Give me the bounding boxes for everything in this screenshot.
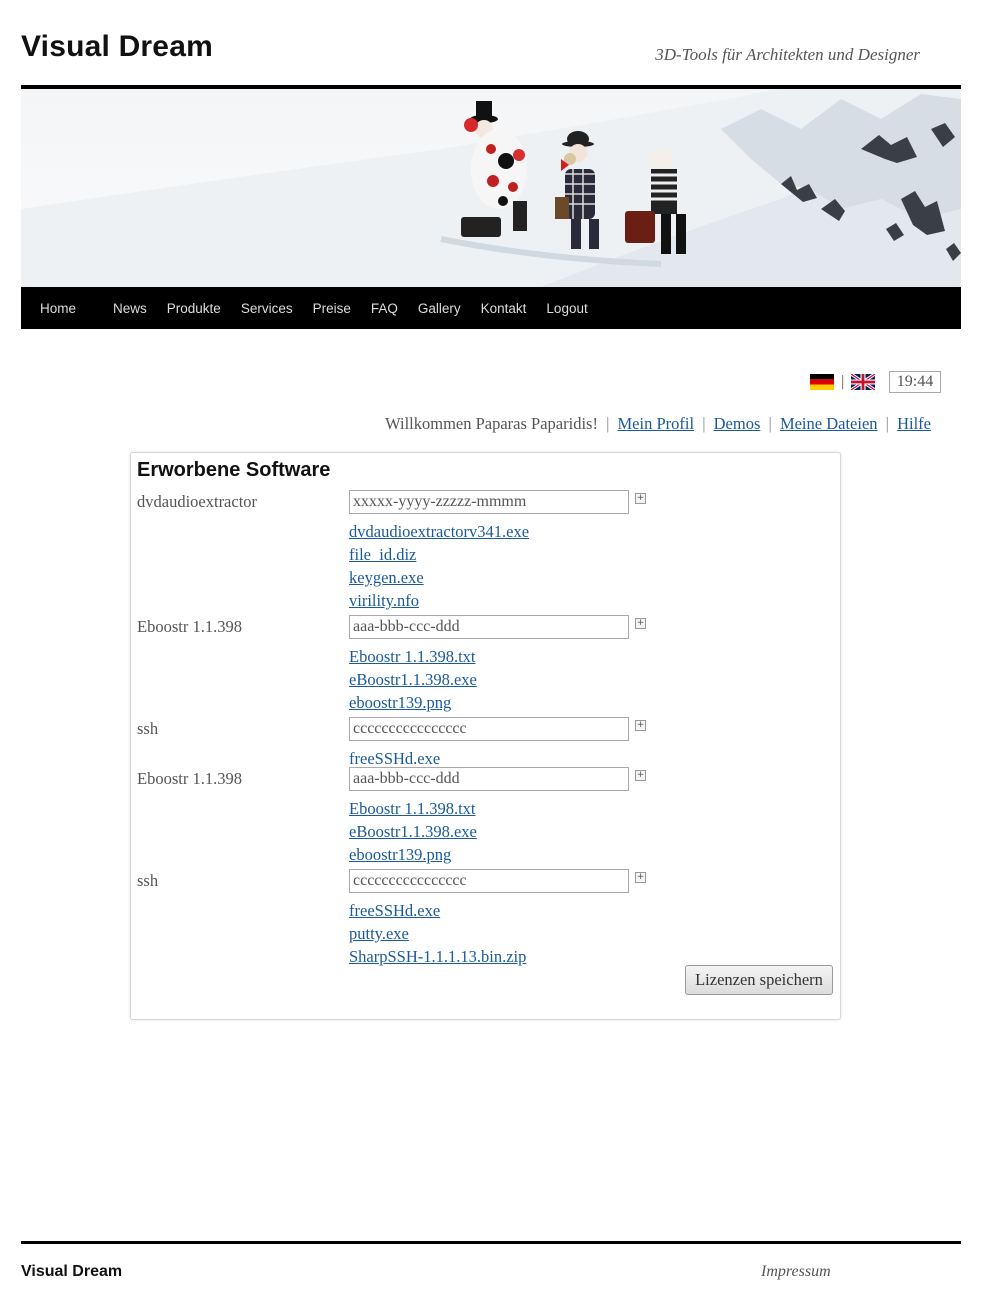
nav-produkte[interactable]: Produkte bbox=[157, 301, 231, 316]
license-key-input[interactable] bbox=[349, 615, 629, 639]
product-name: Eboostr 1.1.398 bbox=[137, 769, 242, 788]
license-key-input[interactable] bbox=[349, 869, 629, 893]
de-flag-icon[interactable] bbox=[810, 374, 835, 390]
panel-title: Erworbene Software bbox=[137, 459, 331, 481]
footer-divider bbox=[21, 1241, 961, 1244]
site-title[interactable]: Visual Dream bbox=[21, 30, 213, 64]
expand-plus-icon[interactable]: + bbox=[635, 770, 646, 781]
file-list: Eboostr 1.1.398.txt eBoostr1.1.398.exe e… bbox=[349, 645, 477, 714]
nav-kontakt[interactable]: Kontakt bbox=[471, 301, 537, 316]
link-hilfe[interactable]: Hilfe bbox=[897, 414, 931, 433]
expand-plus-icon[interactable]: + bbox=[635, 618, 646, 629]
file-link[interactable]: dvdaudioextractorv341.exe bbox=[349, 520, 529, 543]
nav-news[interactable]: News bbox=[103, 301, 157, 316]
nav-preise[interactable]: Preise bbox=[303, 301, 361, 316]
separator: | bbox=[702, 414, 706, 433]
file-link[interactable]: Eboostr 1.1.398.txt bbox=[349, 797, 477, 820]
product-name: ssh bbox=[137, 871, 159, 890]
uk-flag-icon[interactable] bbox=[851, 374, 875, 390]
save-licenses-button[interactable]: Lizenzen speichern bbox=[685, 965, 833, 995]
file-list: Eboostr 1.1.398.txt eBoostr1.1.398.exe e… bbox=[349, 797, 477, 866]
file-link[interactable]: eboostr139.png bbox=[349, 843, 477, 866]
file-link[interactable]: file_id.diz bbox=[349, 543, 529, 566]
welcome-greeting: Willkommen Paparas Paparidis! bbox=[385, 414, 598, 433]
clock-display: 19:44 bbox=[889, 371, 941, 393]
link-meine-dateien[interactable]: Meine Dateien bbox=[780, 414, 878, 433]
language-and-clock-bar: | 19:44 bbox=[810, 371, 941, 393]
file-link[interactable]: putty.exe bbox=[349, 922, 526, 945]
footer-impressum-link[interactable]: Impressum bbox=[761, 1263, 831, 1281]
nav-home[interactable]: Home bbox=[21, 301, 103, 316]
file-list: dvdaudioextractorv341.exe file_id.diz ke… bbox=[349, 520, 529, 612]
nav-gallery[interactable]: Gallery bbox=[408, 301, 471, 316]
file-link[interactable]: eBoostr1.1.398.exe bbox=[349, 820, 477, 843]
license-key-input[interactable] bbox=[349, 717, 629, 741]
purchased-software-panel: Erworbene Software dvdaudioextractor + d… bbox=[130, 452, 841, 1020]
nav-logout[interactable]: Logout bbox=[536, 301, 597, 316]
product-name: dvdaudioextractor bbox=[137, 492, 258, 511]
file-link[interactable]: eBoostr1.1.398.exe bbox=[349, 668, 477, 691]
file-link[interactable]: virility.nfo bbox=[349, 589, 529, 612]
separator: | bbox=[606, 414, 610, 433]
footer-site-title[interactable]: Visual Dream bbox=[21, 1263, 122, 1281]
expand-plus-icon[interactable]: + bbox=[635, 872, 646, 883]
user-welcome-bar: Willkommen Paparas Paparidis! | Mein Pro… bbox=[385, 414, 931, 434]
license-key-input[interactable] bbox=[349, 767, 629, 791]
language-separator: | bbox=[840, 374, 845, 390]
file-link[interactable]: freeSSHd.exe bbox=[349, 899, 526, 922]
nav-faq[interactable]: FAQ bbox=[361, 301, 408, 316]
license-key-input[interactable] bbox=[349, 490, 629, 514]
file-link[interactable]: eboostr139.png bbox=[349, 691, 477, 714]
link-mein-profil[interactable]: Mein Profil bbox=[618, 414, 695, 433]
separator: | bbox=[885, 414, 889, 433]
file-list: freeSSHd.exe putty.exe SharpSSH-1.1.1.13… bbox=[349, 899, 526, 968]
file-link[interactable]: keygen.exe bbox=[349, 566, 529, 589]
link-demos[interactable]: Demos bbox=[714, 414, 761, 433]
nav-services[interactable]: Services bbox=[231, 301, 303, 316]
file-link[interactable]: SharpSSH-1.1.1.13.bin.zip bbox=[349, 945, 526, 968]
expand-plus-icon[interactable]: + bbox=[635, 720, 646, 731]
header-banner-image bbox=[21, 85, 961, 287]
main-navigation: Home News Produkte Services Preise FAQ G… bbox=[21, 287, 961, 329]
product-name: Eboostr 1.1.398 bbox=[137, 617, 242, 636]
expand-plus-icon[interactable]: + bbox=[635, 493, 646, 504]
separator: | bbox=[768, 414, 772, 433]
product-name: ssh bbox=[137, 719, 159, 738]
site-tagline: 3D-Tools für Architekten und Designer bbox=[655, 45, 920, 64]
snow-mountain-clowns-illustration bbox=[21, 89, 961, 287]
file-link[interactable]: Eboostr 1.1.398.txt bbox=[349, 645, 477, 668]
